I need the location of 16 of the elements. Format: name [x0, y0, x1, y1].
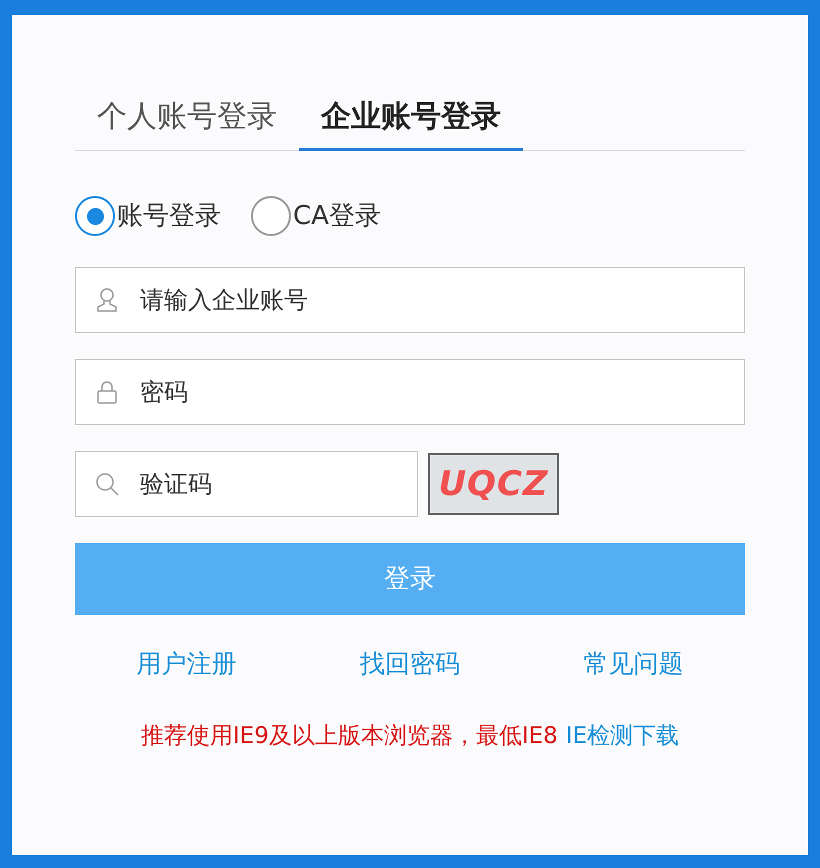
- radio-button[interactable]: [75, 196, 115, 236]
- ie-download-link[interactable]: IE检测下载: [566, 718, 680, 753]
- radio-label: CA登录: [293, 200, 381, 232]
- browser-notice: 推荐使用IE9及以上版本浏览器，最低IE8: [140, 722, 558, 750]
- radio-button[interactable]: [251, 196, 291, 236]
- radio-label: 账号登录: [117, 200, 221, 232]
- tab[interactable]: 企业账号登录: [299, 85, 523, 151]
- input-field[interactable]: 验证码: [75, 451, 418, 517]
- link[interactable]: 找回密码: [360, 645, 460, 682]
- tab[interactable]: 个人账号登录: [75, 85, 299, 151]
- link[interactable]: 常见问题: [583, 645, 684, 682]
- link[interactable]: 用户注册: [136, 645, 237, 682]
- input-field[interactable]: 请输入企业账号: [75, 267, 745, 333]
- captcha-image[interactable]: UQCZ: [428, 453, 559, 515]
- login-button[interactable]: 登录: [75, 543, 745, 615]
- input-field[interactable]: 密码: [75, 359, 745, 425]
